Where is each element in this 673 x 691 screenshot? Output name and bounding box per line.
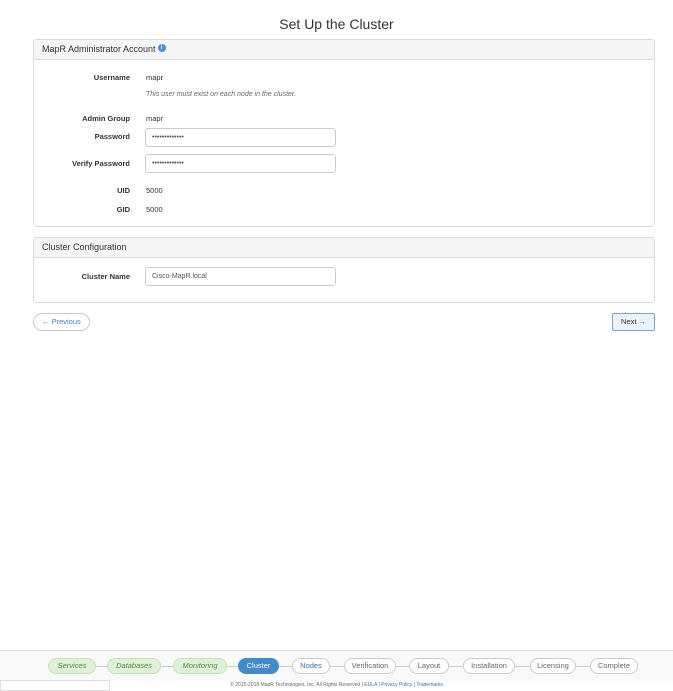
- eula-link[interactable]: EULA: [364, 682, 377, 688]
- username-label: Username: [93, 73, 130, 82]
- admin-group-value: mapr: [146, 114, 164, 123]
- footer: © 2015-2018 MapR Technologies, Inc. All …: [0, 682, 673, 688]
- info-icon[interactable]: i: [157, 44, 166, 52]
- footer-separator: |: [378, 682, 380, 688]
- cluster-name-row: Cluster Name: [34, 272, 654, 292]
- wizard-step-services[interactable]: Services: [48, 658, 96, 674]
- privacy-policy-link[interactable]: Privacy Policy: [381, 682, 412, 688]
- admin-account-heading: MapR Administrator Account i: [34, 40, 654, 60]
- footer-separator: |: [413, 682, 416, 688]
- wizard-step-verification: Verification: [344, 658, 396, 674]
- wizard-progress-bar: Services Databases Monitoring Cluster No…: [0, 650, 673, 681]
- verify-password-field[interactable]: •••••••••••••: [145, 154, 336, 173]
- page-title: Set Up the Cluster: [279, 16, 394, 32]
- next-button[interactable]: Next →: [612, 313, 655, 331]
- wizard-step-licensing: Licensing: [530, 658, 576, 674]
- cluster-config-heading: Cluster Configuration: [34, 238, 654, 258]
- admin-group-label: Admin Group: [82, 114, 130, 123]
- uid-row: UID 5000: [34, 186, 654, 206]
- cluster-name-field[interactable]: Cisco-MapR.local: [145, 267, 336, 286]
- copyright-text: © 2015-2018 MapR Technologies, Inc. All …: [230, 682, 363, 688]
- admin-group-row: Admin Group mapr: [34, 114, 654, 134]
- wizard-step-databases[interactable]: Databases: [107, 658, 161, 674]
- verify-password-row: Verify Password: [34, 159, 654, 179]
- wizard-step-installation: Installation: [463, 658, 515, 674]
- wizard-step-cluster[interactable]: Cluster: [238, 658, 279, 674]
- uid-value: 5000: [146, 186, 163, 195]
- gid-row: GID 5000: [34, 205, 654, 225]
- cluster-name-label: Cluster Name: [81, 272, 130, 281]
- previous-button[interactable]: ← Previous: [33, 313, 90, 331]
- cluster-config-panel: Cluster Configuration Cluster Name Cisco…: [33, 237, 655, 303]
- wizard-step-complete: Complete: [590, 658, 638, 674]
- gid-label: GID: [116, 205, 130, 214]
- verify-password-label: Verify Password: [72, 159, 130, 168]
- wizard-step-nodes[interactable]: Nodes: [292, 658, 330, 674]
- username-row: Username mapr: [34, 73, 654, 93]
- username-value: mapr: [146, 73, 164, 82]
- wizard-step-layout: Layout: [409, 658, 449, 674]
- username-help: This user must exist on each node in the…: [146, 91, 296, 98]
- admin-account-panel: MapR Administrator Account i Username map…: [33, 39, 655, 227]
- password-label: Password: [94, 132, 130, 141]
- password-row: Password: [34, 132, 654, 152]
- gid-value: 5000: [146, 205, 163, 214]
- uid-label: UID: [117, 186, 130, 195]
- wizard-step-monitoring[interactable]: Monitoring: [173, 658, 227, 674]
- admin-account-title: MapR Administrator Account: [42, 44, 156, 54]
- password-field[interactable]: •••••••••••••: [145, 128, 336, 147]
- trademarks-link[interactable]: Trademarks: [416, 682, 443, 688]
